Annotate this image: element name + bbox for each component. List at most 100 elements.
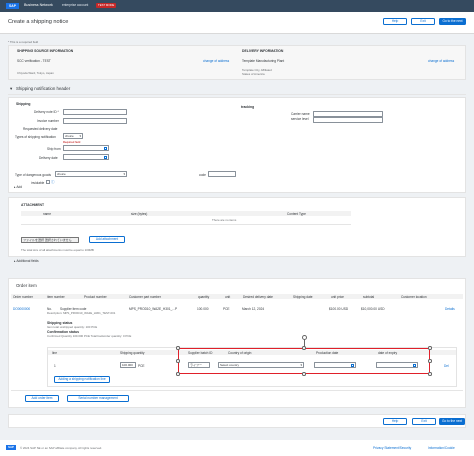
col-subtotal: subtotal bbox=[363, 294, 375, 299]
col-customer-part: Customer part number bbox=[129, 294, 161, 299]
calendar-icon[interactable] bbox=[103, 146, 107, 150]
notification-type-select[interactable]: choice ▾ bbox=[63, 133, 83, 139]
resize-handle[interactable] bbox=[428, 359, 432, 363]
delivery-heading: DELIVERY INFORMATION bbox=[242, 49, 284, 53]
account-switcher[interactable]: enterprise account bbox=[62, 3, 88, 7]
top-bar: SAP Business Network enterprise account … bbox=[0, 0, 474, 12]
item-description: Description: MPS_PROD10_WA2E_H301_TEST-0… bbox=[47, 311, 116, 315]
exit-button[interactable]: Exit bbox=[411, 18, 435, 25]
change-delivery-address-link[interactable]: change of address bbox=[428, 59, 454, 63]
col-item-number: item number bbox=[47, 294, 65, 299]
order-items-panel: Order item Order number item number Prod… bbox=[8, 278, 466, 408]
change-source-address-link[interactable]: change of address bbox=[203, 59, 229, 63]
resize-handle[interactable] bbox=[176, 372, 180, 376]
service-level-input[interactable] bbox=[313, 117, 383, 123]
section-collapse-icon[interactable]: ▾ bbox=[10, 86, 12, 92]
col-size: size (bytes) bbox=[131, 211, 148, 216]
resize-handle[interactable] bbox=[176, 359, 180, 363]
inviolable-checkbox[interactable] bbox=[46, 180, 50, 184]
quantity: 100.000 bbox=[197, 307, 209, 311]
line-number: 1 bbox=[54, 364, 56, 368]
add-order-item-button[interactable]: Add order item bbox=[25, 395, 59, 402]
dangerous-goods-select[interactable]: choice ▾ bbox=[55, 171, 127, 177]
col-name: name bbox=[43, 211, 51, 216]
delivery-note-input[interactable] bbox=[63, 109, 127, 115]
chevron-down-icon: ▾ bbox=[123, 172, 125, 176]
add-line-button[interactable]: Adding a shipping notification line bbox=[54, 376, 110, 383]
unit-price: $100.00 USD bbox=[329, 307, 349, 311]
network-name: Business Network bbox=[24, 3, 53, 7]
resize-handle[interactable] bbox=[176, 346, 180, 350]
resize-handle[interactable] bbox=[428, 346, 432, 350]
col-quantity: quantity bbox=[198, 294, 210, 299]
required-hint: Required field bbox=[63, 140, 81, 144]
exit-button-bottom[interactable]: Exit bbox=[412, 418, 436, 425]
delivery-date-input[interactable] bbox=[63, 154, 109, 160]
info-icon[interactable]: ⓘ bbox=[51, 180, 55, 185]
code-label: code bbox=[199, 173, 206, 177]
shipping-quantity-input[interactable]: 100.000 bbox=[120, 362, 136, 368]
requested-delivery-date-label: Requested delivery date bbox=[23, 127, 58, 131]
next-button-bottom[interactable]: Go to the next bbox=[439, 418, 465, 425]
ship-from-date-input[interactable] bbox=[63, 145, 109, 151]
col-customer-location: Customer location bbox=[401, 294, 427, 299]
inviolable-label: inviolable bbox=[31, 181, 45, 185]
privacy-link[interactable]: Privacy Statement/Security bbox=[373, 446, 411, 450]
test-mode-badge: TEST MODE bbox=[96, 2, 117, 8]
code-input[interactable] bbox=[208, 171, 236, 177]
shipping-header-title: Shipping notification header bbox=[16, 86, 71, 91]
col-order-number: Order number bbox=[13, 294, 33, 299]
chevron-down-icon: ▾ bbox=[79, 134, 81, 138]
help-button-bottom[interactable]: Help bbox=[383, 418, 407, 425]
service-level-label: service level bbox=[291, 117, 309, 121]
attachment-empty: There are no items bbox=[212, 218, 237, 222]
resize-handle[interactable] bbox=[302, 372, 306, 376]
delete-line-link[interactable]: Del bbox=[444, 364, 449, 368]
add-expander[interactable]: ▸ Add bbox=[14, 185, 22, 189]
delivery-name: Template Manufacturing Plant bbox=[242, 59, 285, 63]
shipping-heading: Shipping bbox=[16, 102, 31, 106]
dangerous-goods-label: Type of dangerous goods bbox=[15, 173, 51, 177]
bottom-action-bar: Help Exit Go to the next bbox=[8, 414, 466, 428]
cookie-link[interactable]: Information/Cookie bbox=[428, 446, 455, 450]
footer: SAP © 2024 SAP SE or an SAP affiliate co… bbox=[0, 440, 474, 456]
footer-sap-logo: SAP bbox=[6, 445, 16, 450]
calendar-icon[interactable] bbox=[103, 155, 107, 159]
selection-highlight bbox=[178, 348, 430, 374]
customer-part-number: MPS_PROD10_WA2E_H301_...P bbox=[129, 307, 178, 311]
desired-delivery-date: March 12, 2024 bbox=[242, 307, 265, 311]
divider bbox=[8, 94, 466, 95]
col-unit-price: unit price bbox=[331, 294, 344, 299]
dangerous-goods-value: choice bbox=[57, 172, 66, 176]
col-unit: unit bbox=[225, 294, 231, 299]
add-attachment-button[interactable]: Add attachment bbox=[89, 236, 125, 243]
delivery-date-label: Delivery date bbox=[39, 156, 58, 160]
line-unit: PCE bbox=[138, 364, 145, 368]
attachment-size-note: The total size of all attachments must b… bbox=[21, 248, 94, 252]
serial-number-button[interactable]: Serial number management bbox=[67, 395, 129, 402]
notification-type-label: Types of shipping notification bbox=[15, 135, 56, 139]
delivery-note-label: Delivery note ID * bbox=[34, 110, 59, 114]
notification-type-value: choice bbox=[65, 134, 74, 138]
address-panel: SHIPPING SOURCE INFORMATION SCC verifica… bbox=[8, 45, 466, 80]
attachment-heading: ATTACHMENT bbox=[21, 203, 45, 207]
shipping-status-line: Item total unshipped quantity: 100 PCE bbox=[47, 325, 98, 329]
additional-fields-expander[interactable]: ▸ Additional fields bbox=[14, 259, 39, 263]
choose-file-button[interactable]: ファイルを選択 選択されていません bbox=[21, 237, 79, 243]
title-bar: Create a shipping notice Help Exit Go to… bbox=[0, 12, 474, 34]
col-desired-date: Desired delivery date bbox=[243, 294, 273, 299]
next-button[interactable]: Go to the next bbox=[439, 18, 466, 25]
delivery-address-2: States of America bbox=[242, 72, 265, 76]
invoice-number-input[interactable] bbox=[63, 118, 127, 124]
order-number-link[interactable]: DO0000000 bbox=[13, 307, 30, 311]
subtotal: $10,000.00 USD bbox=[361, 307, 385, 311]
sap-logo: SAP bbox=[6, 3, 19, 9]
shipping-source-name: SCC verification - TEST bbox=[17, 59, 51, 63]
ship-from-label: Ship from bbox=[47, 147, 61, 151]
help-button[interactable]: Help bbox=[383, 18, 407, 25]
shipping-source-heading: SHIPPING SOURCE INFORMATION bbox=[17, 49, 74, 53]
shipping-source-address: Chiyoda Ward, Tokyo, Japan bbox=[17, 71, 54, 75]
resize-handle[interactable] bbox=[428, 372, 432, 376]
attachment-panel: ATTACHMENT name size (bytes) Content Typ… bbox=[8, 197, 466, 257]
details-link[interactable]: Details bbox=[445, 307, 455, 311]
